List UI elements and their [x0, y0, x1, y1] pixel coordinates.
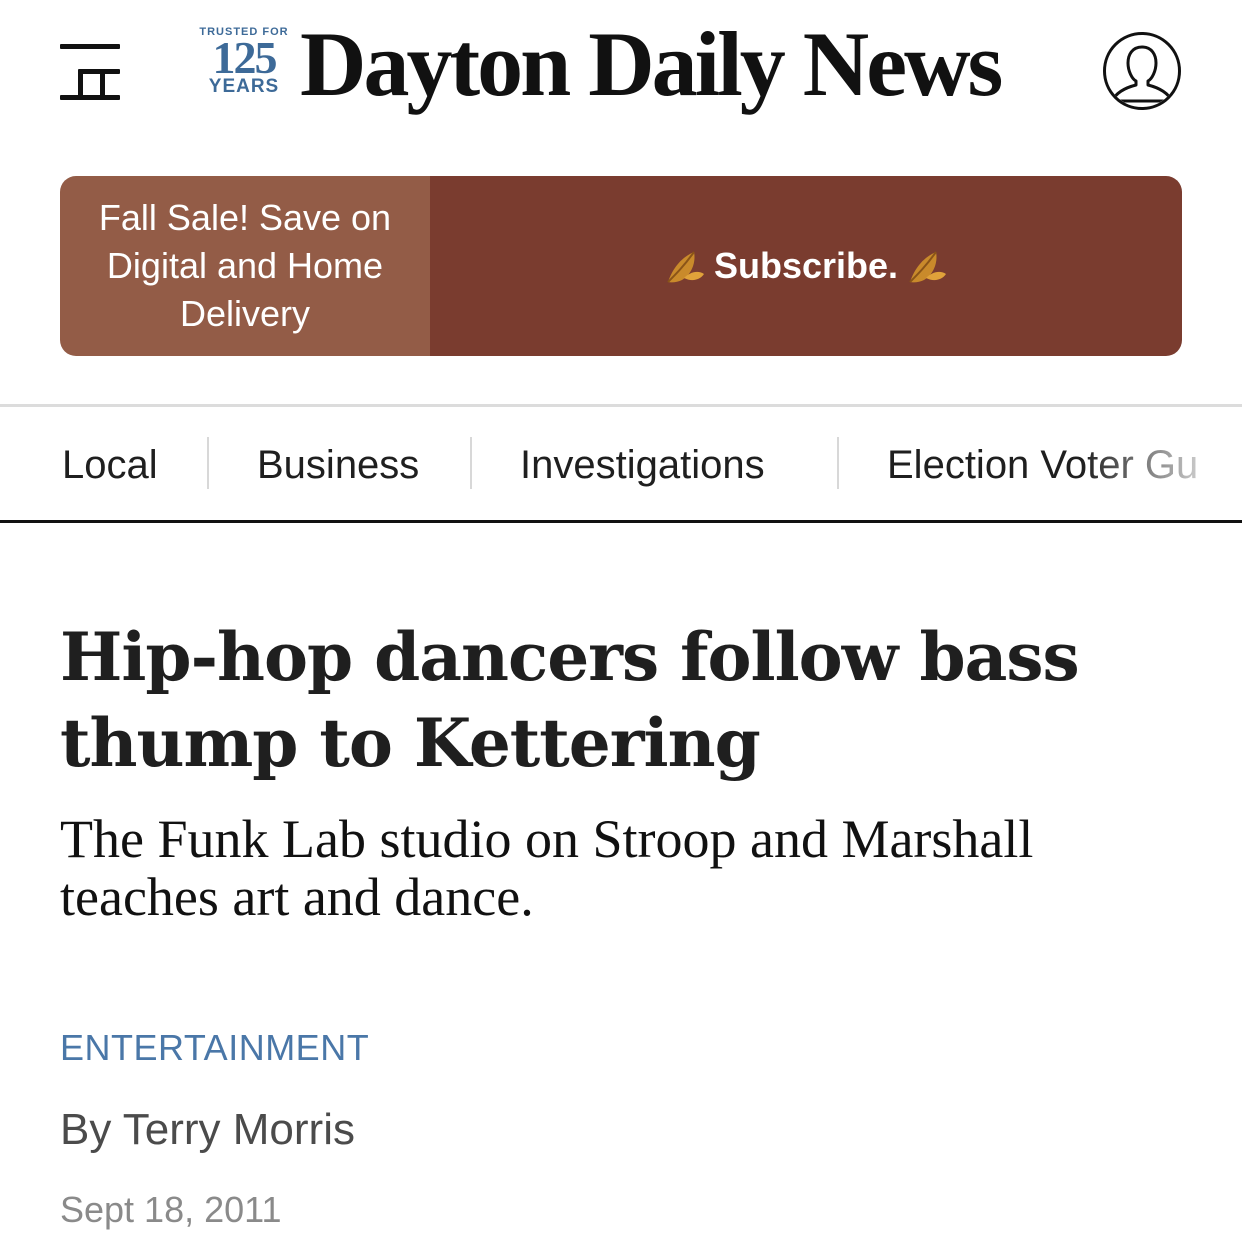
subscribe-button[interactable]: Subscribe.: [430, 176, 1182, 356]
subscribe-label: Subscribe.: [713, 245, 899, 286]
article-section-link[interactable]: ENTERTAINMENT: [60, 1026, 369, 1070]
badge-bottom-text: YEARS: [208, 76, 280, 97]
nav-item-investigations[interactable]: Investigations: [520, 437, 765, 493]
promo-offer-text: Fall Sale! Save on Digital and Home Deli…: [60, 176, 430, 356]
article-subheadline: The Funk Lab studio on Stroop and Marsha…: [60, 809, 1034, 927]
badge-number: 125: [212, 32, 278, 83]
leaf-icon: [662, 246, 708, 286]
anniversary-badge: TRUSTED FOR 125 YEARS: [194, 26, 294, 102]
subscription-promo-banner[interactable]: Fall Sale! Save on Digital and Home Deli…: [60, 176, 1182, 356]
article-headline: Hip-hop dancers follow bass thump to Ket…: [60, 618, 1080, 782]
nav-divider: [470, 437, 472, 489]
article-byline: By Terry Morris: [60, 1105, 355, 1154]
article-date: Sept 18, 2011: [60, 1189, 282, 1230]
user-account-icon[interactable]: [1103, 32, 1181, 110]
section-nav: Local Business Investigations Election V…: [0, 404, 1242, 523]
nav-item-local[interactable]: Local: [62, 437, 158, 493]
nav-item-business[interactable]: Business: [257, 437, 419, 493]
leaf-icon: [904, 246, 950, 286]
site-logo[interactable]: Dayton Daily News: [300, 14, 1003, 114]
nav-divider: [207, 437, 209, 489]
hamburger-menu-icon[interactable]: [60, 42, 122, 104]
nav-divider: [837, 437, 839, 489]
nav-scroll-fade: [1082, 407, 1242, 520]
site-header: TRUSTED FOR 125 YEARS Dayton Daily News: [0, 0, 1242, 150]
